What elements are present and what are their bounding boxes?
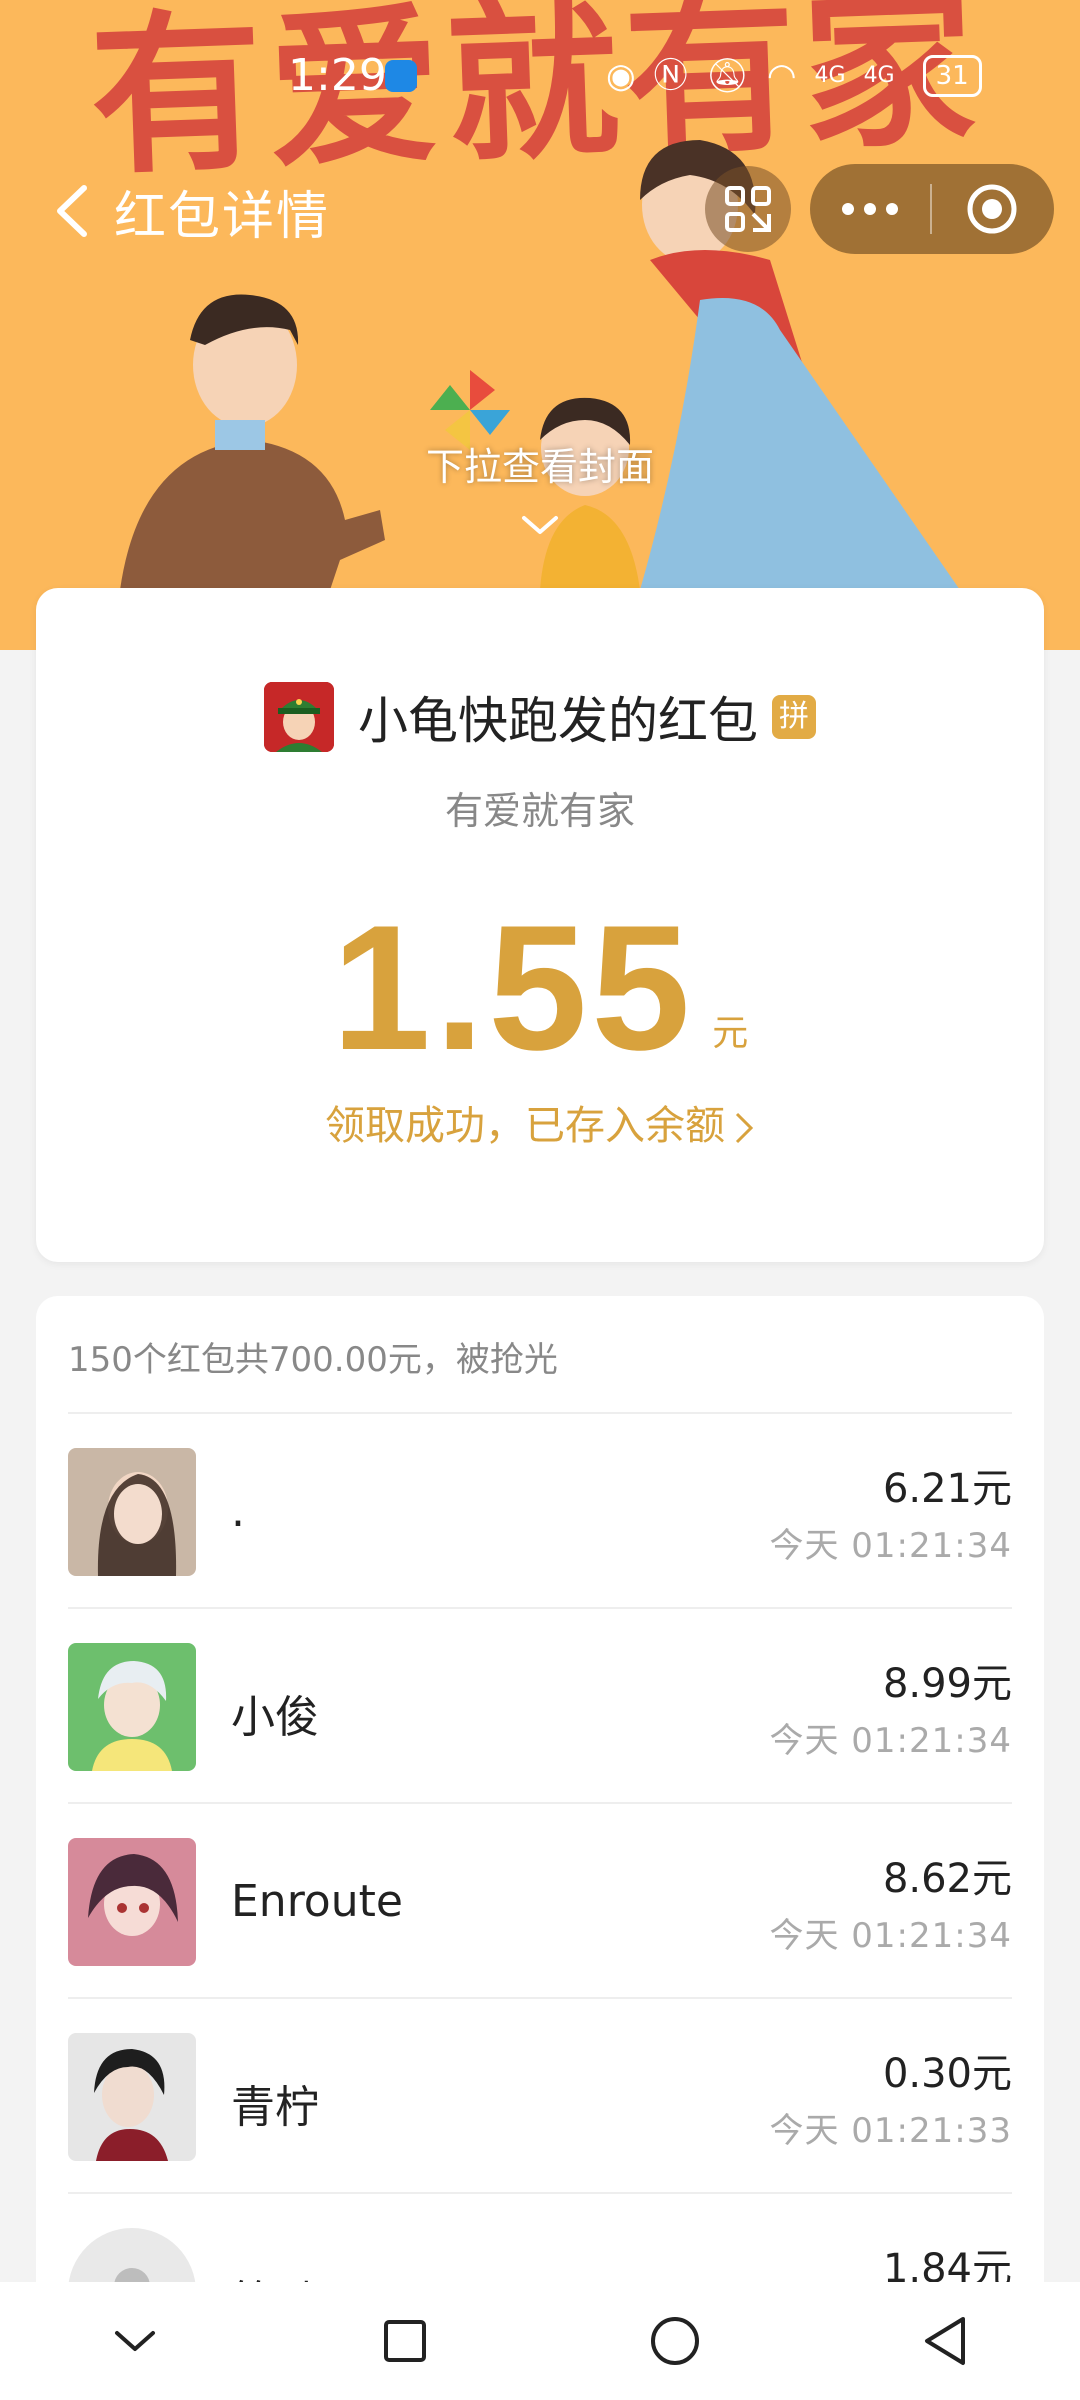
page-title: 红包详情 [114,187,331,247]
amount-row: 1.55 元 [36,888,1044,1087]
greeting-text: 有爱就有家 [444,789,635,833]
list-item[interactable]: 青柠 0.30元 今天 01:21:33 [36,1999,1044,2194]
received-amount: 1.55 [331,888,695,1087]
sender-avatar[interactable] [264,682,334,752]
deposit-text: 领取成功，已存入余额 [325,1103,725,1149]
battery-icon: 31 [922,55,982,97]
receiver-amount: 6.21元 [882,1466,1012,1512]
status-bar: 1:29 ◉ Ⓝ 🔕︎ ◠ 4G 4G 31 [0,50,1080,110]
triangle-back-icon [925,2317,965,2365]
avatar[interactable] [68,1448,196,1576]
receive-time: 今天 01:21:33 [769,2111,1012,2151]
receiver-amount: 8.99元 [882,1661,1012,1707]
wifi-icon: ◠ [766,56,797,96]
hide-keyboard-button[interactable] [75,2282,195,2400]
receive-time: 今天 01:21:34 [769,1721,1012,1761]
soldier-avatar-image [264,682,334,752]
square-icon [384,2320,426,2362]
signal-icon: 4G [814,63,846,88]
circle-icon [651,2317,699,2365]
avatar[interactable] [68,1838,196,1966]
receiver-list-card: 150个红包共700.00元，被抢光 . 6.21元 今天 01:21:34 小… [36,1296,1044,2400]
amount-unit: 元 [712,1013,749,1054]
deposit-link[interactable]: 领取成功，已存入余额 [36,1093,1044,1151]
back-button[interactable] [885,2282,1005,2400]
close-target-icon [967,184,1017,234]
back-chevron-icon[interactable] [40,176,110,246]
scan-icon [725,186,771,232]
list-item[interactable]: . 6.21元 今天 01:21:34 [36,1414,1044,1609]
system-navigation-bar [0,2282,1080,2400]
message-notification-icon [385,60,417,92]
eye-icon: ◉ [606,56,636,96]
mute-bell-icon: 🔕︎ [705,56,749,96]
receiver-amount: 0.30元 [882,2051,1012,2097]
receiver-list: . 6.21元 今天 01:21:34 小俊 8.99元 今天 01:21:34 [36,1414,1044,2389]
scan-button[interactable] [705,166,791,252]
avatar[interactable] [68,1643,196,1771]
group-badge: 拼 [772,695,816,739]
sender-name: 小龟快跑发的红包 [358,692,758,750]
receiver-name: Enroute [231,1876,403,1927]
chevron-right-icon [735,1112,754,1144]
pull-down-hint: 下拉查看封面 [425,445,654,489]
chevron-down-icon [522,516,558,534]
receive-time: 今天 01:21:34 [769,1916,1012,1956]
signal-icon-2: 4G [863,63,895,88]
cover-banner[interactable]: 有爱就有家 1:29 ◉ Ⓝ 🔕︎ ◠ 4G 4G 31 红包详情 下拉查看封面 [0,0,1080,650]
receiver-name: . [231,1486,245,1537]
recent-apps-button[interactable] [345,2282,465,2400]
nfc-icon: Ⓝ [653,56,688,96]
receiver-name: 青柠 [231,2082,319,2133]
receiver-name: 小俊 [231,1692,319,1743]
receiver-amount: 8.62元 [882,1856,1012,1902]
close-button[interactable] [932,164,1052,254]
summary-text: 150个红包共700.00元，被抢光 [68,1340,558,1380]
status-time: 1:29 [288,50,387,101]
more-dots-icon [842,203,898,215]
receive-time: 今天 01:21:34 [769,1526,1012,1566]
miniprogram-capsule [810,164,1054,254]
list-item[interactable]: Enroute 8.62元 今天 01:21:34 [36,1804,1044,1999]
list-item[interactable]: 小俊 8.99元 今天 01:21:34 [36,1609,1044,1804]
home-button[interactable] [615,2282,735,2400]
envelope-card: 小龟快跑发的红包 拼 有爱就有家 1.55 元 领取成功，已存入余额 [36,588,1044,1262]
nav-bar: 红包详情 [0,160,1080,260]
avatar[interactable] [68,2033,196,2161]
sender-row: 小龟快跑发的红包 拼 [36,680,1044,754]
more-button[interactable] [810,164,930,254]
chevron-down-icon [115,2331,155,2351]
